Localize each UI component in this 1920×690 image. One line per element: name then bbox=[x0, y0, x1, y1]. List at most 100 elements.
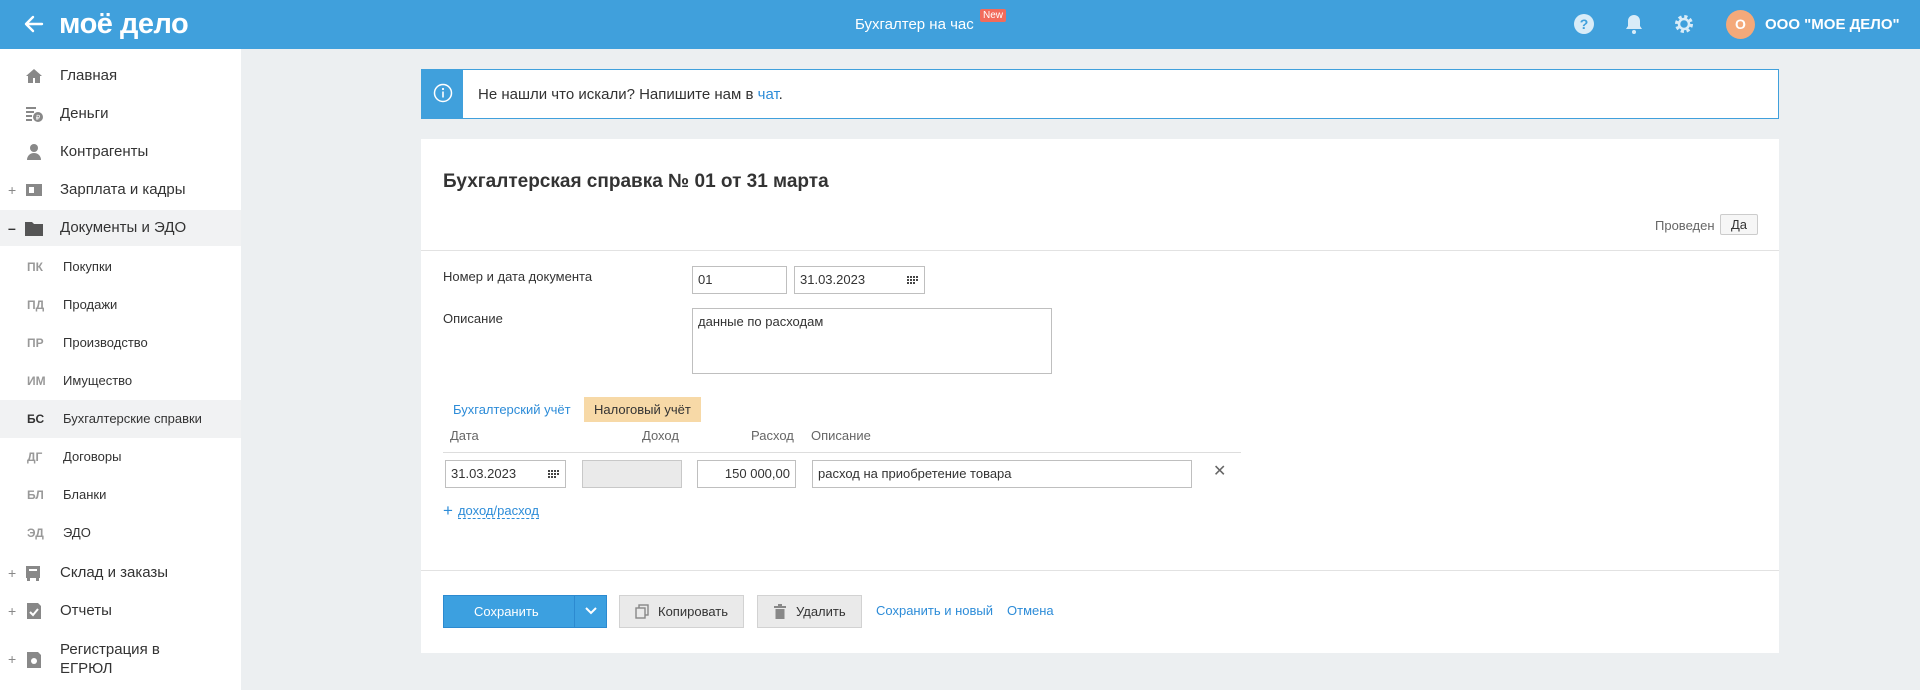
save-and-new-button[interactable]: Сохранить и новый bbox=[876, 603, 993, 619]
info-banner-tail: . bbox=[778, 86, 783, 103]
save-button[interactable]: Сохранить bbox=[443, 595, 607, 628]
sidebar-item-home[interactable]: Главная bbox=[0, 58, 241, 94]
column-header-expense: Расход bbox=[751, 428, 794, 443]
posted-label: Проведен bbox=[1655, 218, 1715, 233]
tab-accounting[interactable]: Бухгалтерский учёт bbox=[443, 397, 581, 422]
add-row-label: доход/расход bbox=[457, 503, 539, 519]
sidebar-item-salary[interactable]: + Зарплата и кадры bbox=[0, 172, 241, 208]
sidebar-item-money[interactable]: ₽ Деньги bbox=[0, 96, 241, 132]
sidebar-subitem-forms[interactable]: БЛ Бланки bbox=[0, 476, 241, 514]
subitem-code: ИМ bbox=[27, 374, 46, 388]
svg-text:?: ? bbox=[1580, 16, 1589, 32]
sidebar-subitem-sales[interactable]: ПД Продажи bbox=[0, 286, 241, 324]
divider bbox=[421, 570, 1779, 571]
column-header-description: Описание bbox=[811, 428, 871, 443]
subitem-label: Покупки bbox=[63, 259, 112, 274]
accountant-hour-link[interactable]: Бухгалтер на час bbox=[855, 16, 974, 34]
subitem-code: ПК bbox=[27, 260, 43, 274]
money-icon: ₽ bbox=[26, 107, 43, 122]
copy-button[interactable]: Копировать bbox=[619, 595, 744, 628]
contractors-icon bbox=[27, 144, 41, 160]
button-separator bbox=[574, 596, 575, 627]
cancel-button[interactable]: Отмена bbox=[1007, 603, 1054, 619]
table-header-line bbox=[443, 452, 1241, 453]
bell-icon[interactable] bbox=[1622, 12, 1646, 36]
row-date-value: 31.03.2023 bbox=[451, 466, 517, 481]
subitem-label: Имущество bbox=[63, 373, 133, 388]
expand-icon[interactable]: + bbox=[8, 650, 16, 668]
calendar-icon[interactable] bbox=[548, 469, 559, 480]
reports-icon bbox=[27, 603, 41, 619]
column-header-date: Дата bbox=[450, 428, 479, 443]
help-icon[interactable]: ? bbox=[1572, 12, 1596, 36]
sidebar-item-contractors[interactable]: Контрагенты bbox=[0, 134, 241, 170]
tab-tax[interactable]: Налоговый учёт bbox=[584, 397, 701, 422]
chat-link[interactable]: чат bbox=[758, 86, 779, 103]
description-textarea[interactable]: данные по расходам bbox=[692, 308, 1052, 374]
sidebar-item-label: Отчеты bbox=[60, 602, 112, 619]
expand-icon[interactable]: + bbox=[8, 181, 16, 199]
description-label: Описание bbox=[443, 311, 503, 326]
logo[interactable]: моё дело bbox=[59, 7, 189, 41]
sidebar-item-registration[interactable]: + Регистрация в ЕГРЮЛ bbox=[0, 640, 241, 680]
trash-icon bbox=[774, 604, 786, 619]
delete-label: Удалить bbox=[796, 604, 846, 619]
sidebar-subitem-property[interactable]: ИМ Имущество bbox=[0, 362, 241, 400]
column-header-income: Доход bbox=[642, 428, 679, 443]
info-icon bbox=[433, 83, 453, 103]
subitem-code: ДГ bbox=[27, 450, 43, 464]
add-income-expense-link[interactable]: + доход/расход bbox=[443, 501, 539, 520]
sidebar-subitem-accounting-notes[interactable]: БС Бухгалтерские справки bbox=[0, 400, 241, 438]
expand-icon[interactable]: + bbox=[8, 564, 16, 582]
document-date-field[interactable]: 31.03.2023 bbox=[794, 266, 925, 294]
subitem-label: Договоры bbox=[63, 449, 122, 464]
sidebar-item-label: Зарплата и кадры bbox=[60, 181, 186, 198]
back-arrow-icon[interactable] bbox=[22, 12, 46, 36]
posted-toggle[interactable]: Да bbox=[1720, 214, 1758, 235]
sidebar-item-documents[interactable]: – Документы и ЭДО bbox=[0, 210, 241, 246]
new-badge: New bbox=[980, 9, 1007, 22]
copy-icon bbox=[635, 604, 649, 619]
sidebar-subitem-contracts[interactable]: ДГ Договоры bbox=[0, 438, 241, 476]
info-banner-side bbox=[422, 70, 463, 118]
home-icon bbox=[26, 69, 42, 83]
subitem-code: БС bbox=[27, 412, 45, 426]
info-banner-message: Не нашли что искали? Напишите нам в bbox=[478, 86, 758, 103]
salary-icon bbox=[26, 184, 42, 196]
sidebar-item-label: Склад и заказы bbox=[60, 564, 169, 581]
sidebar-item-label: Контрагенты bbox=[60, 143, 149, 160]
sidebar: Главная ₽ Деньги Контрагенты + Зарплата … bbox=[0, 49, 241, 690]
gear-icon[interactable] bbox=[1672, 12, 1696, 36]
subitem-code: ПД bbox=[27, 298, 45, 312]
document-number-field[interactable]: 01 bbox=[692, 266, 787, 294]
delete-button[interactable]: Удалить bbox=[757, 595, 862, 628]
warehouse-icon bbox=[26, 566, 40, 581]
info-banner: Не нашли что искали? Напишите нам в чат. bbox=[421, 69, 1779, 119]
row-description-field[interactable]: расход на приобретение товара bbox=[812, 460, 1192, 488]
sidebar-item-reports[interactable]: + Отчеты bbox=[0, 593, 241, 629]
subitem-label: Производство bbox=[63, 335, 148, 350]
delete-row-icon[interactable]: ✕ bbox=[1213, 463, 1226, 481]
subitem-code: БЛ bbox=[27, 488, 44, 502]
collapse-icon[interactable]: – bbox=[8, 219, 16, 237]
info-banner-text: Не нашли что искали? Напишите нам в чат. bbox=[478, 86, 783, 104]
save-label: Сохранить bbox=[474, 604, 539, 619]
document-card: Бухгалтерская справка № 01 от 31 марта П… bbox=[421, 139, 1779, 653]
sidebar-subitem-production[interactable]: ПР Производство bbox=[0, 324, 241, 362]
sidebar-subitem-purchases[interactable]: ПК Покупки bbox=[0, 248, 241, 286]
expand-icon[interactable]: + bbox=[8, 602, 16, 620]
row-date-field[interactable]: 31.03.2023 bbox=[445, 460, 566, 488]
avatar[interactable]: О bbox=[1726, 10, 1755, 39]
sidebar-subitem-edo[interactable]: ЭД ЭДО bbox=[0, 514, 241, 552]
sidebar-item-label: Деньги bbox=[60, 105, 109, 122]
sidebar-item-warehouse[interactable]: + Склад и заказы bbox=[0, 555, 241, 591]
row-expense-field[interactable]: 150 000,00 bbox=[697, 460, 796, 488]
calendar-icon[interactable] bbox=[907, 275, 918, 286]
top-bar: моё дело Бухгалтер на час New ? О ООО "М… bbox=[0, 0, 1920, 49]
registration-icon bbox=[27, 652, 41, 668]
copy-label: Копировать bbox=[658, 604, 728, 619]
org-name[interactable]: ООО "МОЕ ДЕЛО" bbox=[1765, 16, 1900, 34]
chevron-down-icon[interactable] bbox=[584, 604, 598, 618]
plus-icon: + bbox=[443, 501, 453, 520]
subitem-label: ЭДО bbox=[63, 525, 91, 540]
